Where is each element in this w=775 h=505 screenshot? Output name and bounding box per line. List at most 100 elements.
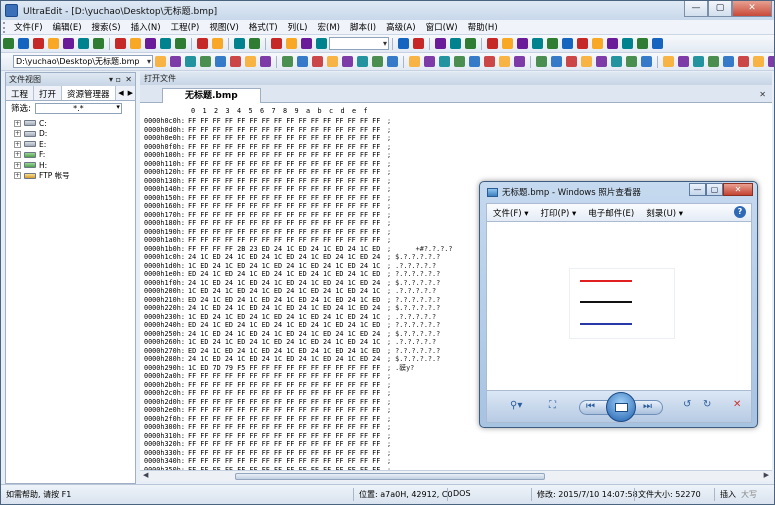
toolbar-button-icon[interactable]	[435, 38, 446, 49]
toolbar-button-icon[interactable]	[197, 38, 208, 49]
toolbar-button-icon[interactable]	[185, 56, 196, 67]
tree-item[interactable]: + H:	[6, 160, 135, 171]
toolbar-button-icon[interactable]	[301, 38, 312, 49]
toolbar-button-icon[interactable]	[607, 38, 618, 49]
toolbar-button-icon[interactable]	[93, 38, 104, 49]
viewer-close-button[interactable]: ✕	[723, 183, 753, 196]
toolbar-button-icon[interactable]	[342, 56, 353, 67]
toolbar-button-icon[interactable]	[663, 56, 674, 67]
horizontal-scrollbar[interactable]: ◀ ▶	[140, 470, 772, 481]
toolbar-button-icon[interactable]	[130, 38, 141, 49]
toolbar-button-icon[interactable]	[155, 56, 166, 67]
toolbar-button-icon[interactable]	[424, 56, 435, 67]
toolbar-button-icon[interactable]	[502, 38, 513, 49]
tab-right-icon[interactable]: ▶	[126, 86, 135, 100]
menu-window[interactable]: 窗口(W)	[421, 21, 463, 33]
toolbar-button-icon[interactable]	[234, 38, 245, 49]
delete-icon[interactable]: ✕	[733, 399, 741, 410]
tab-project[interactable]: 工程	[6, 86, 35, 100]
toolbar-button-icon[interactable]	[249, 38, 260, 49]
rotate-ccw-icon[interactable]: ↺	[683, 399, 691, 410]
toolbar-button-icon[interactable]	[499, 56, 510, 67]
toolbar-button-icon[interactable]	[175, 38, 186, 49]
toolbar-button-icon[interactable]	[372, 56, 383, 67]
toolbar-button-icon[interactable]	[398, 38, 409, 49]
expand-icon[interactable]: +	[14, 140, 21, 148]
menu-macro[interactable]: 宏(M)	[313, 21, 345, 33]
toolbar-button-icon[interactable]	[145, 38, 156, 49]
toolbar-button-icon[interactable]	[469, 56, 480, 67]
toolbar-button-icon[interactable]	[514, 56, 525, 67]
toolbar-button-icon[interactable]	[215, 56, 226, 67]
toolbar-button-icon[interactable]	[566, 56, 577, 67]
toolbar-button-icon[interactable]	[768, 56, 774, 67]
help-icon[interactable]: ?	[734, 206, 746, 218]
viewer-maximize-button[interactable]: ▢	[706, 183, 723, 196]
toolbar-button-icon[interactable]	[115, 38, 126, 49]
viewer-menu-print[interactable]: 打印(P) ▾	[535, 207, 583, 219]
toolbar-button-icon[interactable]	[678, 56, 689, 67]
toolbar-button-icon[interactable]	[536, 56, 547, 67]
menu-help[interactable]: 帮助(H)	[463, 21, 503, 33]
toolbar-button-icon[interactable]	[517, 38, 528, 49]
toolbar-button-icon[interactable]	[723, 56, 734, 67]
toolbar-button-icon[interactable]	[387, 56, 398, 67]
rotate-cw-icon[interactable]: ↻	[703, 399, 711, 410]
tree-item[interactable]: + E:	[6, 139, 135, 150]
toolbar-button-icon[interactable]	[753, 56, 764, 67]
expand-icon[interactable]: +	[14, 161, 21, 169]
toolbar-button-icon[interactable]	[282, 56, 293, 67]
toolbar-button-icon[interactable]	[581, 56, 592, 67]
fit-window-icon[interactable]: ⛶	[549, 400, 556, 411]
viewer-menu-burn[interactable]: 刻录(U) ▾	[640, 207, 689, 219]
toolbar-button-icon[interactable]	[33, 38, 44, 49]
tree-item[interactable]: + FTP 帐号	[6, 171, 135, 182]
panel-close-icon[interactable]: ✕	[125, 73, 132, 86]
filter-combo[interactable]: *.*	[34, 102, 122, 114]
toolbar-button-icon[interactable]	[170, 56, 181, 67]
next-icon[interactable]: ⏭	[643, 401, 652, 412]
toolbar-button-icon[interactable]	[532, 38, 543, 49]
toolbar-button-icon[interactable]	[454, 56, 465, 67]
tab-left-icon[interactable]: ◀	[116, 86, 125, 100]
menu-advanced[interactable]: 高级(A)	[381, 21, 420, 33]
toolbar-button-icon[interactable]	[439, 56, 450, 67]
search-combo[interactable]	[329, 37, 389, 50]
toolbar-button-icon[interactable]	[577, 38, 588, 49]
toolbar-button-icon[interactable]	[413, 38, 424, 49]
minimize-button[interactable]: —	[684, 1, 708, 17]
toolbar-button-icon[interactable]	[260, 56, 271, 67]
zoom-icon[interactable]: ⚲▾	[510, 400, 522, 411]
toolbar-button-icon[interactable]	[160, 38, 171, 49]
scroll-left-icon[interactable]: ◀	[143, 471, 148, 479]
menu-script[interactable]: 脚本(I)	[345, 21, 381, 33]
menu-insert[interactable]: 插入(N)	[126, 21, 166, 33]
toolbar-button-icon[interactable]	[245, 56, 256, 67]
viewer-menu-file[interactable]: 文件(F) ▾	[487, 207, 535, 219]
menu-edit[interactable]: 编辑(E)	[48, 21, 87, 33]
doc-close-icon[interactable]: ✕	[759, 90, 766, 99]
viewer-minimize-button[interactable]: —	[689, 183, 706, 196]
toolbar-button-icon[interactable]	[637, 38, 648, 49]
toolbar-button-icon[interactable]	[297, 56, 308, 67]
scroll-right-icon[interactable]: ▶	[764, 471, 769, 479]
menu-format[interactable]: 格式(T)	[244, 21, 283, 33]
toolbar-button-icon[interactable]	[409, 56, 420, 67]
tree-item[interactable]: + D:	[6, 129, 135, 140]
toolbar-button-icon[interactable]	[592, 38, 603, 49]
expand-icon[interactable]: +	[14, 119, 21, 127]
toolbar-button-icon[interactable]	[450, 38, 461, 49]
toolbar-button-icon[interactable]	[738, 56, 749, 67]
toolbar-button-icon[interactable]	[652, 38, 663, 49]
tree-item[interactable]: + F:	[6, 150, 135, 161]
toolbar-button-icon[interactable]	[626, 56, 637, 67]
expand-icon[interactable]: +	[14, 151, 21, 159]
toolbar-button-icon[interactable]	[230, 56, 241, 67]
menu-project[interactable]: 工程(P)	[166, 21, 205, 33]
viewer-menu-email[interactable]: 电子邮件(E)	[582, 207, 640, 219]
toolbar-button-icon[interactable]	[465, 38, 476, 49]
menu-column[interactable]: 列(L)	[283, 21, 313, 33]
tree-item[interactable]: + C:	[6, 118, 135, 129]
toolbar-button-icon[interactable]	[693, 56, 704, 67]
tab-explorer[interactable]: 资源管理器	[62, 86, 116, 100]
